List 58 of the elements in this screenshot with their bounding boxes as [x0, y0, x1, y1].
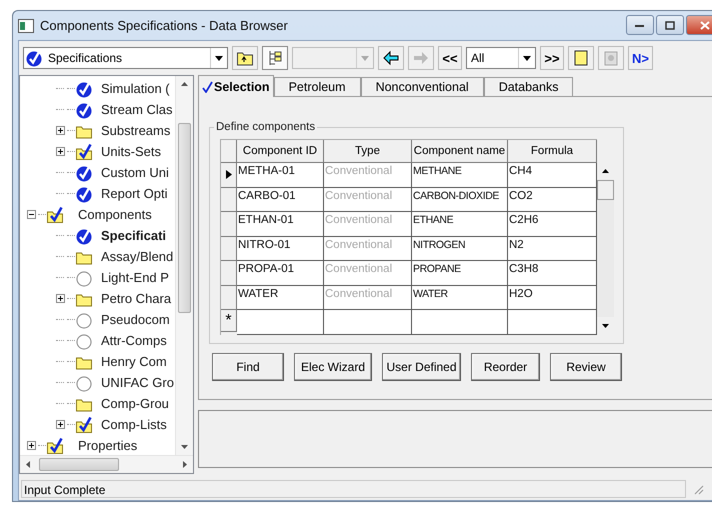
table-cell[interactable]: CARBO-01	[237, 188, 324, 212]
table-cell[interactable]: METHA-01	[237, 163, 324, 188]
tree-item[interactable]: Light-End P	[101, 270, 169, 285]
table-cell[interactable]: H2O	[508, 286, 597, 310]
table-cell[interactable]: PROPANE	[412, 261, 508, 286]
tree-item[interactable]: Comp-Grou	[101, 396, 169, 411]
table-cell[interactable]: NITRO-01	[237, 236, 324, 261]
table-cell[interactable]: CH4	[508, 163, 597, 188]
table-cell[interactable]: ETHAN-01	[237, 212, 324, 236]
previous-button[interactable]: <<	[438, 46, 462, 70]
action-button[interactable]: Elec Wizard	[294, 353, 372, 381]
tree-item[interactable]: Petro Chara	[101, 291, 172, 306]
table-cell[interactable]: CO2	[508, 188, 597, 212]
tree-item[interactable]: Simulation (	[101, 81, 170, 96]
tab[interactable]: Petroleum	[274, 77, 361, 97]
tab[interactable]: Selection	[198, 75, 274, 97]
tree-item[interactable]: Components	[78, 207, 152, 222]
table-cell[interactable]: WATER	[412, 286, 508, 310]
tree-item[interactable]: Properties	[78, 438, 138, 453]
view-filter-dropdown[interactable]: All	[466, 47, 536, 69]
table-cell[interactable]: C2H6	[508, 212, 597, 236]
tab[interactable]: Databanks	[484, 77, 574, 97]
table-cell[interactable]: ETHANE	[412, 212, 508, 236]
tree-item[interactable]: Custom Uni	[101, 165, 169, 180]
table-cell[interactable]: N2	[508, 236, 597, 261]
tree-item[interactable]: Henry Com	[101, 354, 167, 369]
table-cell[interactable]: C3H8	[508, 261, 597, 286]
column-header[interactable]: Formula	[508, 140, 597, 163]
table-cell[interactable]: NITROGEN	[412, 236, 508, 261]
tree-item[interactable]: Substreams	[101, 123, 170, 138]
action-button[interactable]: Review	[550, 353, 622, 381]
column-header[interactable]: Type	[324, 140, 412, 163]
window-title: Components Specifications - Data Browser	[40, 18, 288, 33]
status-text: Input Complete	[21, 480, 686, 498]
table-cell[interactable]: PROPA-01	[237, 261, 324, 286]
new-row-marker: *	[221, 310, 237, 332]
table-cell[interactable]: WATER	[237, 286, 324, 310]
table-cell[interactable]: CARBON-DIOXIDE	[412, 188, 508, 212]
next-input-button[interactable]: N>	[628, 46, 653, 70]
tab[interactable]: Nonconventional	[360, 77, 484, 97]
tree-item[interactable]: Stream Clas	[101, 102, 173, 117]
tree-item[interactable]: Pseudocom	[101, 312, 170, 327]
action-button[interactable]: Reorder	[471, 353, 540, 381]
tree-item[interactable]: Assay/Blend	[101, 249, 174, 264]
tree-item[interactable]: Attr-Comps	[101, 333, 167, 348]
next-button[interactable]: >>	[540, 46, 564, 70]
form-selector-dropdown[interactable]: Specifications	[23, 47, 228, 69]
column-header[interactable]: Component ID	[237, 140, 324, 163]
column-header[interactable]: Component name	[412, 140, 508, 163]
action-button[interactable]: Find	[212, 353, 284, 381]
tree-item[interactable]: Report Opti	[101, 186, 168, 201]
tree-item[interactable]: UNIFAC Gro	[101, 375, 174, 390]
tree-item[interactable]: Specificati	[101, 228, 166, 243]
action-button[interactable]: User Defined	[382, 353, 461, 381]
tree-item[interactable]: Units-Sets	[101, 144, 161, 159]
table-cell[interactable]: METHANE	[412, 163, 508, 188]
group-title: Define components	[215, 121, 316, 133]
tree-item[interactable]: Comp-Lists	[101, 417, 167, 432]
